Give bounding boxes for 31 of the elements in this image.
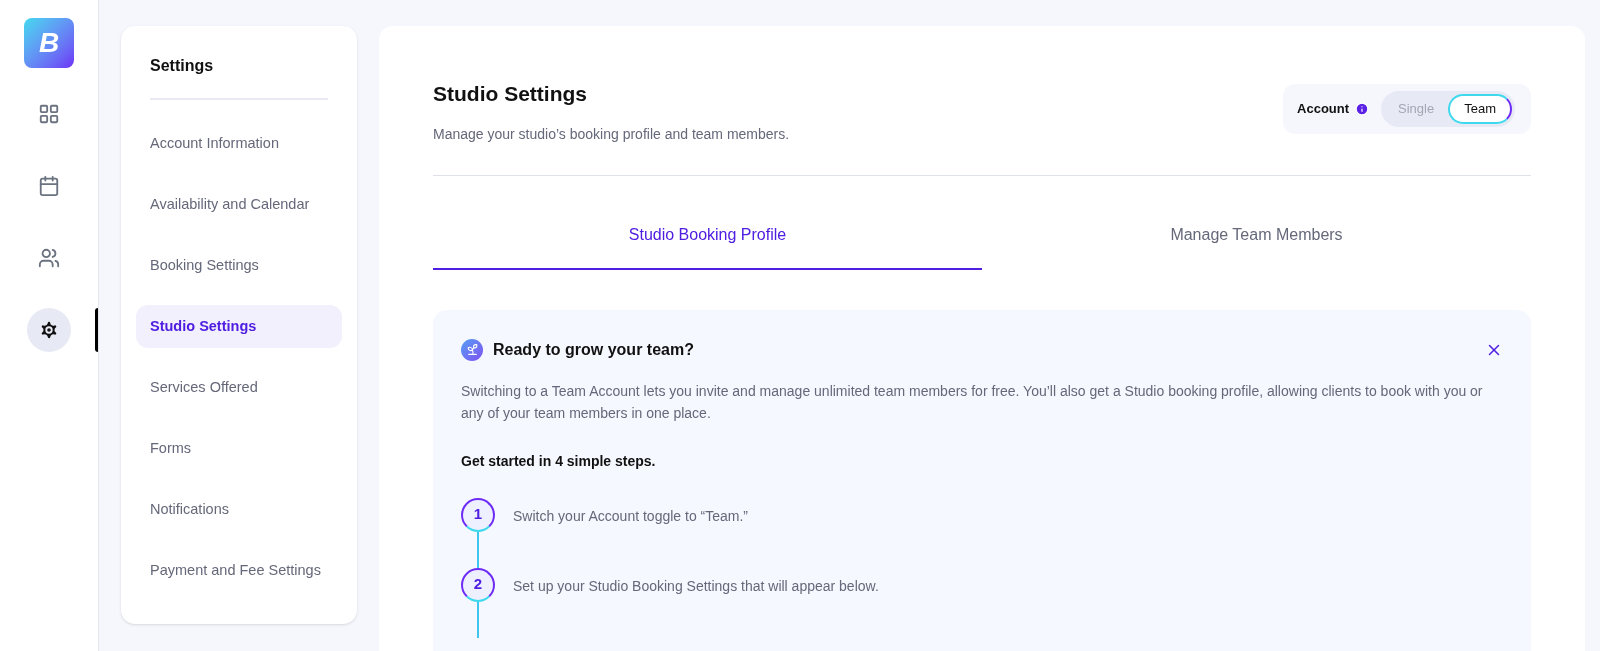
step-text: Set up your Studio Booking Settings that will appear below. — [513, 576, 879, 596]
calendar-icon — [38, 175, 60, 197]
step-text: Switch your Account toggle to “Team.” — [513, 506, 748, 526]
step-number: 1 — [461, 497, 495, 532]
account-label: Account — [1297, 100, 1350, 119]
active-indicator — [95, 308, 98, 352]
app-logo[interactable]: B — [24, 18, 74, 68]
steps-heading: Get started in 4 simple steps. — [461, 451, 657, 471]
banner-title: Ready to grow your team? — [493, 339, 694, 360]
tab[interactable]: Studio Booking Profile — [433, 219, 982, 270]
banner-text: Switching to a Team Account lets you invite and manage unlimited team members for free. You’ll also get a Studio booking profile, allowing clients to book with you or any of your team members in one place. — [461, 381, 1484, 423]
settings-menu-item[interactable]: Forms — [136, 427, 342, 470]
settings-menu-item[interactable]: Availability and Calendar — [136, 183, 342, 226]
settings-menu-item[interactable]: Services Offered — [136, 366, 342, 409]
nav-rail-button[interactable] — [27, 308, 71, 352]
page-subtitle: Manage your studio’s booking profile and team members. — [433, 124, 790, 144]
settings-title: Settings — [150, 54, 328, 100]
info-icon — [1355, 102, 1370, 116]
settings-menu-item[interactable]: Payment and Fee Settings — [136, 549, 342, 592]
toggle-option[interactable]: Team — [1448, 94, 1512, 124]
step-number: 2 — [461, 567, 495, 602]
settings-menu-item[interactable]: Notifications — [136, 488, 342, 531]
settings-menu-item[interactable]: Account Information — [136, 122, 342, 165]
tab[interactable]: Manage Team Members — [982, 219, 1531, 270]
settings-icon — [38, 319, 60, 341]
page-title: Studio Settings — [433, 81, 588, 107]
plant-icon — [461, 338, 483, 361]
users-icon — [38, 247, 60, 269]
settings-menu-item[interactable]: Booking Settings — [136, 244, 342, 287]
settings-menu-item[interactable]: Studio Settings — [136, 305, 342, 348]
grid-icon — [38, 103, 60, 125]
